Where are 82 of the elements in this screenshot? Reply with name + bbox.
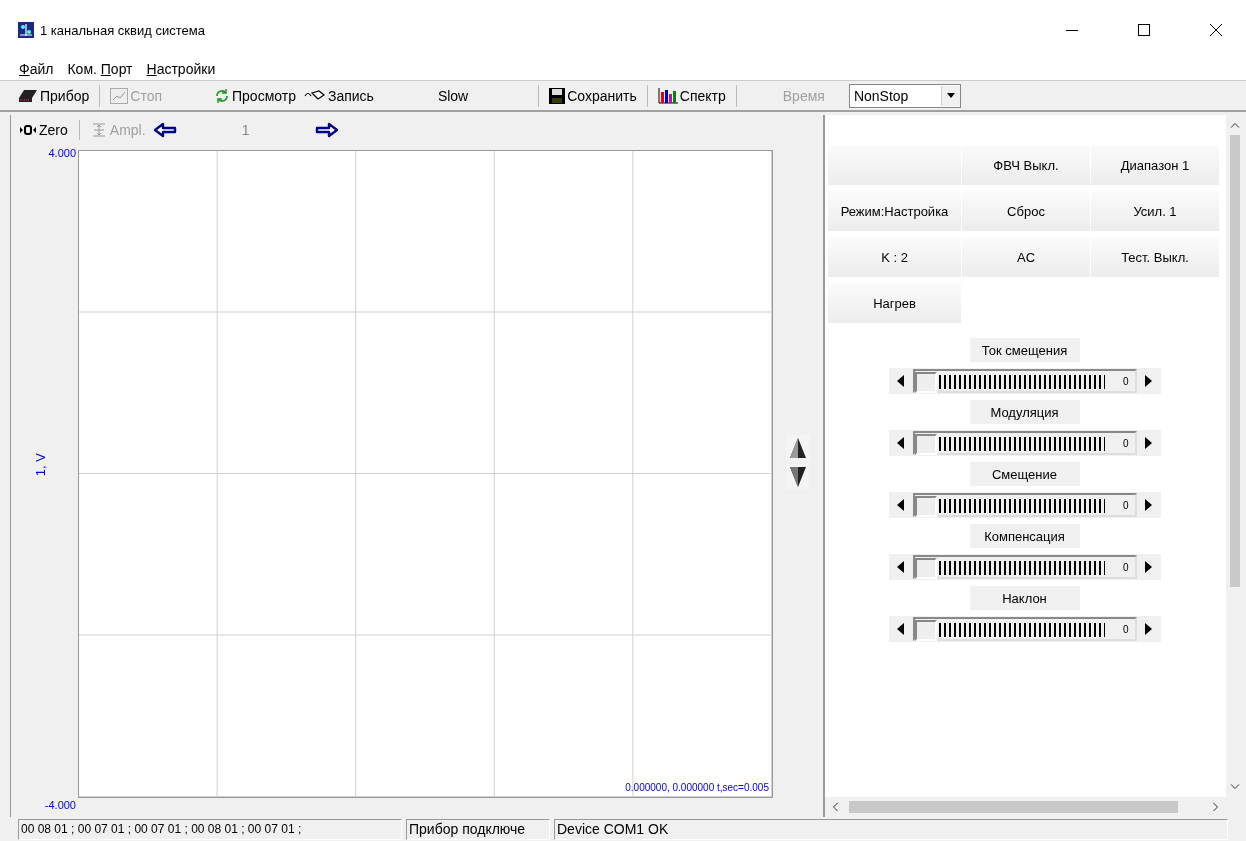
dropdown-arrow-icon bbox=[946, 93, 955, 98]
right-triangle-icon bbox=[1145, 499, 1152, 511]
next-arrow-icon bbox=[314, 122, 339, 138]
slider-track[interactable]: 0 bbox=[912, 369, 1137, 393]
slider-track[interactable]: 0 bbox=[912, 431, 1137, 455]
menu-item[interactable]: Ком. Порт bbox=[60, 61, 140, 77]
left-triangle-icon bbox=[897, 375, 904, 387]
refresh-icon bbox=[214, 87, 230, 104]
right-triangle-icon bbox=[1145, 561, 1152, 573]
close-icon bbox=[1210, 24, 1222, 36]
spectrum-button[interactable]: Спектр bbox=[653, 82, 730, 109]
view-button[interactable]: Просмотр bbox=[210, 82, 300, 109]
minimize-icon bbox=[1066, 29, 1078, 31]
device-icon bbox=[18, 88, 38, 103]
control-button[interactable]: Диапазон 1 bbox=[1091, 145, 1219, 185]
control-button[interactable]: Тест. Выкл. bbox=[1091, 237, 1219, 277]
y-axis-max-label: 4.000 bbox=[48, 147, 76, 159]
window-title: 1 канальная сквид система bbox=[40, 22, 205, 38]
menu-item[interactable]: Настройки bbox=[139, 61, 223, 77]
slider-value: 0 bbox=[1122, 437, 1129, 449]
amplitude-icon bbox=[90, 123, 107, 137]
slider-label-button[interactable]: Смещение bbox=[969, 462, 1080, 486]
device-button[interactable]: Прибор bbox=[14, 82, 94, 109]
down-triangle-icon bbox=[790, 467, 806, 487]
control-button[interactable]: Нагрев bbox=[828, 283, 961, 323]
y-axis-title: 1, V bbox=[33, 453, 48, 477]
mode-dropdown[interactable]: NonStop bbox=[848, 83, 961, 108]
control-button[interactable]: Режим:Настройка bbox=[828, 191, 961, 231]
record-button[interactable]: Запись bbox=[299, 82, 378, 109]
control-button[interactable]: K : 2 bbox=[828, 237, 961, 277]
right-triangle-icon bbox=[1145, 623, 1152, 635]
control-button[interactable]: ФВЧ Выкл. bbox=[962, 145, 1090, 185]
left-triangle-icon bbox=[897, 437, 904, 449]
up-triangle-icon bbox=[790, 438, 806, 458]
zero-icon bbox=[20, 125, 36, 135]
slider-thumb[interactable] bbox=[914, 620, 937, 641]
scroll-up-button[interactable] bbox=[786, 435, 810, 461]
slider-track[interactable]: 0 bbox=[912, 617, 1137, 641]
slider-label-button[interactable]: Компенсация bbox=[969, 524, 1080, 548]
previous-arrow-icon bbox=[152, 122, 177, 138]
slider-track[interactable]: 0 bbox=[912, 493, 1137, 517]
control-button[interactable]: AC bbox=[962, 237, 1090, 277]
slider-thumb[interactable] bbox=[914, 434, 937, 455]
speed-button[interactable]: Slow bbox=[433, 82, 473, 109]
slider-value: 0 bbox=[1122, 375, 1129, 387]
scroll-up-icon bbox=[1230, 122, 1240, 128]
scroll-down-icon bbox=[1230, 784, 1240, 790]
status-bar-field: Device COM1 OK bbox=[554, 818, 1228, 840]
status-bar-field: Прибор подключе bbox=[406, 818, 550, 840]
status-bar-field: 00 08 01 ; 00 07 01 ; 00 07 01 ; 00 08 01 ; 00 07 01 ; bbox=[18, 818, 402, 840]
bar-chart-icon bbox=[657, 87, 678, 104]
maximize-icon bbox=[1138, 24, 1150, 36]
slider-value: 0 bbox=[1122, 623, 1129, 635]
zero-button[interactable]: Zero bbox=[17, 120, 71, 140]
left-triangle-icon bbox=[897, 561, 904, 573]
scroll-down-button[interactable] bbox=[786, 464, 810, 490]
scroll-right-icon bbox=[1213, 802, 1219, 812]
slider-value: 0 bbox=[1122, 499, 1129, 511]
chart-icon bbox=[110, 87, 129, 104]
next-button[interactable] bbox=[314, 122, 339, 138]
slider-thumb[interactable] bbox=[914, 558, 937, 579]
page-number: 1 bbox=[240, 122, 251, 138]
slider-label-button[interactable]: Ток смещения bbox=[969, 338, 1080, 362]
menu-item[interactable]: Файл bbox=[12, 61, 61, 77]
slider-value: 0 bbox=[1122, 561, 1129, 573]
cursor-readout: 0.000000, 0.000000 t,sec=0.005 bbox=[625, 782, 769, 793]
slider-thumb[interactable] bbox=[914, 496, 937, 517]
right-triangle-icon bbox=[1145, 375, 1152, 387]
slider-label-button[interactable]: Наклон bbox=[969, 586, 1080, 610]
control-button[interactable]: Усил. 1 bbox=[1091, 191, 1219, 231]
left-triangle-icon bbox=[897, 499, 904, 511]
save-button[interactable]: Сохранить bbox=[545, 82, 641, 109]
left-triangle-icon bbox=[897, 623, 904, 635]
previous-button[interactable] bbox=[152, 122, 177, 138]
y-axis-min-label: -4.000 bbox=[44, 799, 76, 811]
control-button[interactable]: Сброс bbox=[962, 191, 1090, 231]
slider-track[interactable]: 0 bbox=[912, 555, 1137, 579]
slider-label-button[interactable]: Модуляция bbox=[969, 400, 1080, 424]
app-icon bbox=[18, 22, 34, 38]
scroll-left-icon bbox=[832, 802, 838, 812]
slider-thumb[interactable] bbox=[914, 372, 937, 393]
right-triangle-icon bbox=[1145, 437, 1152, 449]
